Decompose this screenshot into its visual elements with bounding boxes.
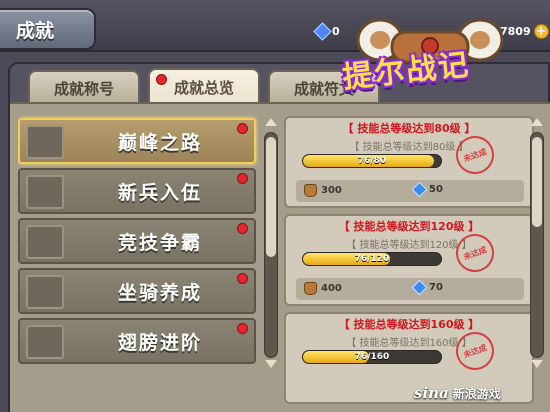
tab-bar: 成就称号 成就总览 成就符文 — [28, 68, 380, 106]
card-title: 【 技能总等级达到120级 】 — [338, 220, 480, 233]
item-slot — [26, 175, 64, 209]
list-item-label: 竞技争霸 — [117, 231, 202, 254]
list-item-label: 坐骑养成 — [117, 281, 202, 304]
list-item[interactable]: 坐骑养成 — [18, 268, 256, 314]
cards-scroll-down-icon[interactable] — [531, 360, 543, 368]
achievement-category-list: 巅峰之路 新兵入伍 竞技争霸 坐骑养成 翅膀进阶 — [18, 112, 258, 412]
gem-icon — [313, 21, 332, 41]
reward-bag-amount: 400 — [321, 283, 342, 294]
item-slot — [26, 275, 64, 309]
list-item-label: 巅峰之路 — [117, 131, 202, 154]
list-item[interactable]: 巅峰之路 — [18, 118, 256, 164]
progress-text: 76/160 — [354, 352, 390, 362]
achievement-cards: 【 技能总等级达到80级 】 【 技能总等级达到80级 】 76/80 未达成 … — [284, 112, 534, 412]
progress-text: 76/80 — [357, 156, 387, 166]
list-item[interactable]: 新兵入伍 — [18, 168, 256, 214]
reward-bar: 400 70 — [296, 278, 524, 300]
achievement-card: 【 技能总等级达到80级 】 【 技能总等级达到80级 】 76/80 未达成 … — [284, 116, 534, 208]
gem-icon — [411, 181, 428, 198]
tab-overview[interactable]: 成就总览 — [148, 68, 260, 104]
notification-dot — [237, 273, 248, 284]
progress-text: 76/120 — [354, 254, 390, 264]
notification-dot — [237, 223, 248, 234]
card-subtitle: 【 技能总等级达到160级 】 — [346, 338, 472, 349]
watermark-text: 新浪游戏 — [452, 386, 501, 401]
achievement-card: 【 技能总等级达到120级 】 【 技能总等级达到120级 】 76/120 未… — [284, 214, 534, 306]
item-slot — [26, 125, 64, 159]
progress-bar: 76/80 — [302, 154, 442, 168]
reward-gem-amount: 50 — [429, 184, 443, 195]
list-scroll-down-icon[interactable] — [265, 360, 277, 368]
tab-label: 成就称号 — [53, 79, 114, 98]
list-item[interactable]: 翅膀进阶 — [18, 318, 256, 364]
list-item-label: 新兵入伍 — [117, 181, 202, 204]
reward-bag: 300 — [304, 184, 342, 197]
cards-scrollbar[interactable] — [530, 132, 544, 358]
list-item-label: 翅膀进阶 — [117, 331, 202, 354]
bag-icon — [304, 184, 317, 197]
reward-gem: 70 — [411, 279, 443, 296]
reward-bar: 300 50 — [296, 180, 524, 202]
list-item[interactable]: 竞技争霸 — [18, 218, 256, 264]
card-title: 【 技能总等级达到160级 】 — [338, 318, 480, 331]
bag-icon — [304, 282, 317, 295]
card-subtitle: 【 技能总等级达到120级 】 — [346, 240, 472, 251]
add-currency-button[interactable]: + — [533, 23, 549, 39]
reward-bag: 400 — [304, 282, 342, 295]
progress-bar: 76/120 — [302, 252, 442, 266]
reward-gem: 50 — [411, 181, 443, 198]
list-scroll-up-icon[interactable] — [265, 118, 277, 126]
reward-bag-amount: 300 — [321, 185, 342, 196]
cards-scrollbar-thumb[interactable] — [532, 137, 542, 227]
notification-dot — [237, 323, 248, 334]
item-slot — [26, 225, 64, 259]
cards-scroll-up-icon[interactable] — [531, 118, 543, 126]
card-title: 【 技能总等级达到80级 】 — [342, 122, 476, 135]
item-slot — [26, 325, 64, 359]
progress-bar: 76/160 — [302, 350, 442, 364]
list-scrollbar[interactable] — [264, 132, 278, 358]
notification-dot — [237, 123, 248, 134]
list-scrollbar-thumb[interactable] — [266, 137, 276, 257]
watermark: sina 新浪游戏 — [414, 384, 501, 402]
card-subtitle: 【 技能总等级达到80级 】 — [349, 142, 469, 153]
page-title: 成就 — [0, 8, 96, 50]
notification-dot — [237, 173, 248, 184]
watermark-logo: sina — [414, 384, 449, 402]
tab-titles[interactable]: 成就称号 — [28, 70, 140, 104]
reward-gem-amount: 70 — [429, 282, 443, 293]
game-logo: 提尔战记 — [330, 6, 530, 96]
gem-icon — [411, 279, 428, 296]
notification-dot — [156, 74, 167, 85]
tab-label: 成就总览 — [173, 78, 234, 97]
